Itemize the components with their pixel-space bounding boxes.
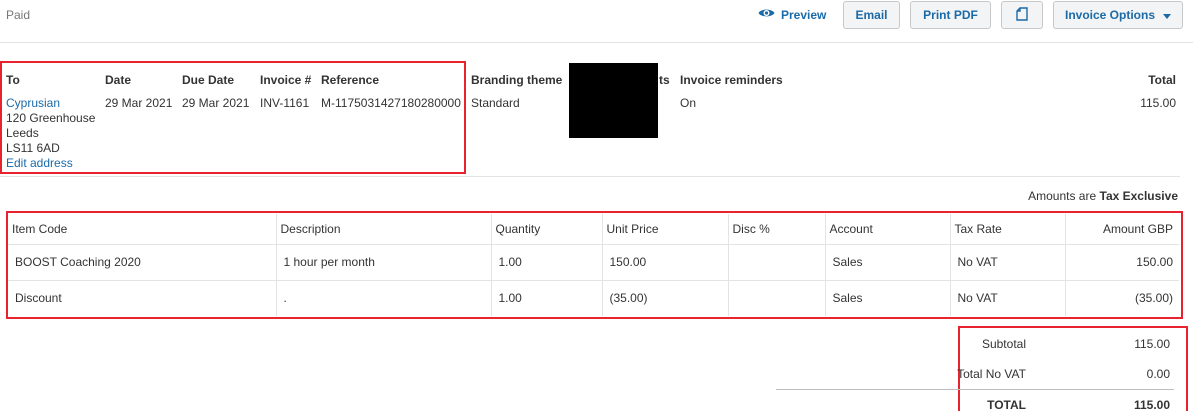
amount-cell: 150.00	[1065, 243, 1179, 280]
partial-header: ts	[659, 73, 670, 87]
quantity-cell[interactable]: 1.00	[491, 243, 603, 280]
table-header-row: Item Code Description Quantity Unit Pric…	[8, 214, 1179, 245]
reference-header: Reference	[321, 73, 380, 87]
amounts-note-prefix: Amounts are	[1028, 189, 1097, 203]
invoice-reminders-header: Invoice reminders	[680, 73, 783, 87]
email-button[interactable]: Email	[843, 1, 900, 29]
tax-rate-cell[interactable]: No VAT	[950, 279, 1066, 316]
toolbar: Paid Preview Email Print PDF Invoice Opt…	[0, 0, 1193, 43]
chevron-down-icon	[1163, 13, 1171, 19]
tax-label: Total No VAT	[957, 367, 1026, 381]
date-header: Date	[105, 73, 132, 87]
table-row[interactable]: BOOST Coaching 2020 1 hour per month 1.0…	[8, 243, 1179, 280]
invoice-total: 115.00	[1140, 96, 1176, 110]
description-cell[interactable]: .	[276, 279, 492, 316]
line-items-table: Item Code Description Quantity Unit Pric…	[8, 214, 1179, 316]
column-header: Description	[276, 214, 492, 245]
total-header: Total	[1148, 73, 1176, 87]
discount-cell[interactable]	[728, 279, 826, 316]
quantity-cell[interactable]: 1.00	[491, 279, 603, 316]
branding-theme-value: Standard	[471, 96, 520, 110]
description-cell[interactable]: 1 hour per month	[276, 243, 492, 280]
amount-cell: (35.00)	[1065, 279, 1179, 316]
column-header: Item Code	[8, 214, 277, 245]
edit-address-link[interactable]: Edit address	[6, 156, 73, 170]
preview-button[interactable]: Preview	[758, 7, 826, 22]
tax-rate-cell[interactable]: No VAT	[950, 243, 1066, 280]
account-cell[interactable]: Sales	[825, 243, 951, 280]
subtotal-label: Subtotal	[981, 337, 1026, 351]
column-header: Disc %	[728, 214, 826, 245]
column-header: Account	[825, 214, 951, 245]
subtotal-value: 115.00	[1134, 337, 1170, 351]
print-pdf-button[interactable]: Print PDF	[910, 1, 991, 29]
due-date: 29 Mar 2021	[182, 96, 250, 110]
address-line-1: 120 Greenhouse	[6, 111, 96, 125]
reference-value: M-1175031427180280000	[321, 96, 461, 110]
section-divider	[0, 176, 1180, 177]
tax-value: 0.00	[1146, 367, 1170, 381]
invoice-number-header: Invoice #	[260, 73, 312, 87]
address-line-2: Leeds	[6, 126, 39, 140]
column-header: Unit Price	[602, 214, 729, 245]
eye-icon	[758, 7, 775, 22]
column-header: Tax Rate	[950, 214, 1066, 245]
item-code-cell[interactable]: Discount	[8, 279, 277, 316]
invoice-options-button[interactable]: Invoice Options	[1053, 1, 1183, 29]
amounts-note: Amounts are Tax Exclusive	[900, 189, 1178, 203]
preview-label: Preview	[781, 7, 827, 22]
item-code-cell[interactable]: BOOST Coaching 2020	[8, 243, 277, 280]
amounts-note-mode: Tax Exclusive	[1099, 189, 1179, 203]
to-header: To	[6, 73, 20, 87]
copy-button[interactable]	[1001, 1, 1043, 29]
table-row[interactable]: Discount . 1.00 (35.00) Sales No VAT (35…	[8, 279, 1179, 316]
unit-price-cell[interactable]: 150.00	[602, 243, 729, 280]
invoice-status: Paid	[6, 8, 31, 22]
due-date-header: Due Date	[182, 73, 235, 87]
address-line-3: LS11 6AD	[6, 141, 60, 155]
branding-theme-header: Branding theme	[471, 73, 563, 87]
discount-cell[interactable]	[728, 243, 826, 280]
redaction-block	[569, 63, 658, 138]
grand-total-value: 115.00	[1133, 398, 1170, 411]
column-header: Quantity	[491, 214, 603, 245]
invoice-date: 29 Mar 2021	[105, 96, 173, 110]
column-header: Amount GBP	[1065, 214, 1179, 245]
totals-divider	[776, 389, 1174, 390]
invoice-reminders-value: On	[680, 96, 697, 110]
account-cell[interactable]: Sales	[825, 279, 951, 316]
grand-total-label: TOTAL	[987, 398, 1026, 411]
invoice-number: INV-1161	[260, 96, 310, 110]
copy-icon	[1016, 6, 1028, 24]
contact-name-link[interactable]: Cyprusian	[6, 96, 60, 110]
unit-price-cell[interactable]: (35.00)	[602, 279, 729, 316]
